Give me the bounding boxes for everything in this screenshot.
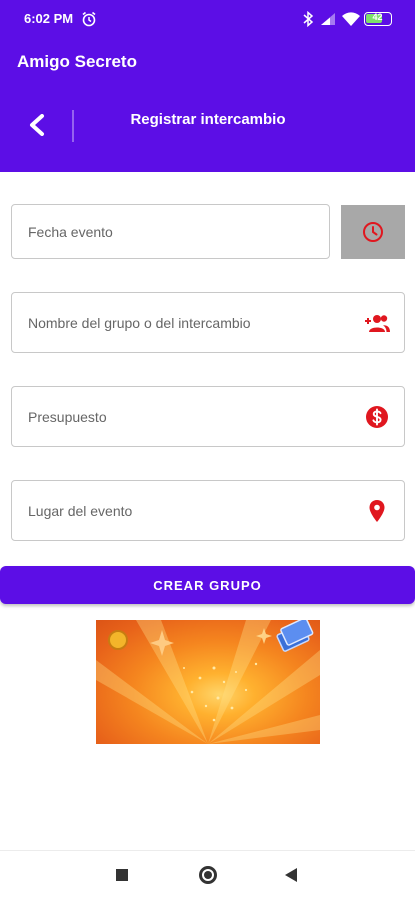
location-field[interactable] [11,480,405,541]
location-pin-icon [364,498,390,524]
dollar-circle-icon [364,404,390,430]
app-title: Amigo Secreto [17,52,137,71]
system-back-button[interactable] [285,868,297,882]
app-header: 6:02 PM 42 Amigo Secreto Registrar inter… [0,0,415,172]
budget-input[interactable] [28,387,328,446]
create-group-button[interactable]: CREAR GRUPO [0,566,415,604]
group-name-input[interactable] [28,293,328,352]
battery-icon: 42 [364,12,392,26]
screen-title: Registrar intercambio [130,111,286,128]
banner-artwork [96,620,320,744]
date-input[interactable] [28,205,328,258]
wifi-icon [341,11,361,27]
status-time: 6:02 PM [24,11,74,26]
back-button[interactable] [20,108,54,142]
alarm-icon [81,11,97,27]
group-name-field[interactable] [11,292,405,353]
budget-field[interactable] [11,386,405,447]
header-divider [72,110,74,142]
battery-percent: 42 [372,12,383,22]
promo-banner-image[interactable] [96,620,320,744]
status-bar: 6:02 PM 42 [0,0,415,38]
chevron-left-icon [30,114,44,136]
location-input[interactable] [28,481,328,540]
group-add-icon [364,310,390,336]
date-field[interactable] [11,204,330,259]
bluetooth-icon [302,10,314,28]
recents-button[interactable] [116,869,128,881]
clock-button[interactable] [341,205,405,259]
signal-icon [320,12,336,26]
home-button[interactable] [199,866,217,884]
clock-icon [363,222,383,242]
